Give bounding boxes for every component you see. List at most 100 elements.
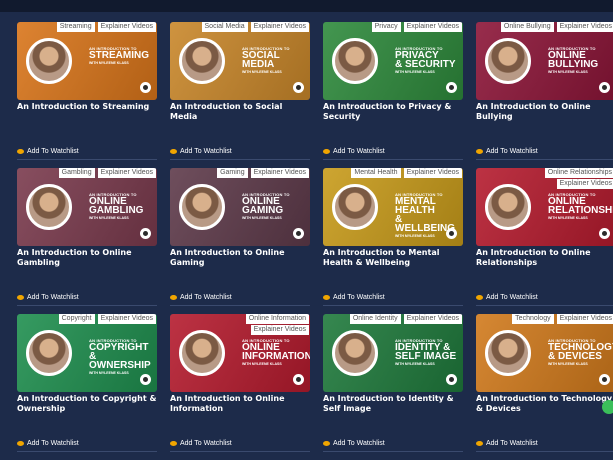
help-chat-icon[interactable] — [602, 400, 613, 414]
add-to-watchlist-button[interactable]: Add To Watchlist — [323, 294, 385, 301]
card-divider — [476, 159, 613, 160]
video-card[interactable]: AN INTRODUCTION TO ONLINE BULLYING WITH MY… — [476, 22, 613, 168]
presenter-photo — [179, 330, 225, 376]
category-tag[interactable]: Gambling — [58, 168, 95, 178]
watchlist-label: Add To Watchlist — [333, 440, 385, 447]
video-title[interactable]: An Introduction to Streaming — [17, 102, 157, 112]
add-to-watchlist-button[interactable]: Add To Watchlist — [476, 440, 538, 447]
video-thumbnail[interactable]: AN INTRODUCTION TO ONLINE GAMING WITH MYLE… — [170, 168, 310, 246]
video-thumbnail[interactable]: AN INTRODUCTION TO STREAMING WITH MYLEENE … — [17, 22, 157, 100]
tag-group: Online Relationships Explainer Videos — [544, 168, 613, 189]
video-title[interactable]: An Introduction to Online Gaming — [170, 248, 310, 268]
video-title[interactable]: An Introduction to Privacy & Security — [323, 102, 463, 122]
type-tag[interactable]: Explainer Videos — [403, 168, 462, 178]
video-card[interactable]: AN INTRODUCTION TO ONLINE INFORMATION WITH… — [170, 314, 310, 460]
type-tag[interactable]: Explainer Videos — [97, 22, 156, 32]
type-tag[interactable]: Explainer Videos — [556, 22, 613, 32]
add-to-watchlist-button[interactable]: Add To Watchlist — [170, 440, 232, 447]
video-thumbnail[interactable]: AN INTRODUCTION TO ONLINE INFORMATION WITH… — [170, 314, 310, 392]
video-thumbnail[interactable]: AN INTRODUCTION TO SOCIAL MEDIA WITH MYLEE… — [170, 22, 310, 100]
thumbnail-text: AN INTRODUCTION TO ONLINE GAMBLING WITH MY… — [89, 192, 155, 220]
watchlist-icon — [323, 441, 330, 446]
video-title[interactable]: An Introduction to Online Bullying — [476, 102, 613, 122]
video-title[interactable]: An Introduction to Mental Health & Wellb… — [323, 248, 463, 268]
add-to-watchlist-button[interactable]: Add To Watchlist — [170, 294, 232, 301]
category-tag[interactable]: Online Identity — [349, 314, 401, 324]
video-thumbnail[interactable]: AN INTRODUCTION TO PRIVACY & SECURITY WITH… — [323, 22, 463, 100]
video-thumbnail[interactable]: AN INTRODUCTION TO TECHNOLOGY & DEVICES WI… — [476, 314, 613, 392]
category-tag[interactable]: Privacy — [371, 22, 401, 32]
thumbnail-topic: ONLINE GAMBLING — [89, 196, 144, 216]
presenter-photo — [332, 330, 378, 376]
add-to-watchlist-button[interactable]: Add To Watchlist — [323, 440, 385, 447]
add-to-watchlist-button[interactable]: Add To Watchlist — [17, 294, 79, 301]
video-card[interactable]: AN INTRODUCTION TO MENTAL HEALTH & WELLBE… — [323, 168, 463, 314]
video-title[interactable]: An Introduction to Online Relationships — [476, 248, 613, 268]
add-to-watchlist-button[interactable]: Add To Watchlist — [476, 294, 538, 301]
video-card[interactable]: AN INTRODUCTION TO IDENTITY & SELF IMAGE W… — [323, 314, 463, 460]
play-badge-icon — [446, 82, 457, 93]
video-card[interactable]: AN INTRODUCTION TO SOCIAL MEDIA WITH MYLEE… — [170, 22, 310, 168]
add-to-watchlist-button[interactable]: Add To Watchlist — [17, 148, 79, 155]
card-divider — [476, 451, 613, 452]
video-card[interactable]: AN INTRODUCTION TO STREAMING WITH MYLEENE … — [17, 22, 157, 168]
category-tag[interactable]: Streaming — [56, 22, 95, 32]
thumbnail-topic: TECHNOLOGY & DEVICES — [548, 342, 613, 362]
presenter-photo — [485, 38, 531, 84]
add-to-watchlist-button[interactable]: Add To Watchlist — [17, 440, 79, 447]
add-to-watchlist-button[interactable]: Add To Watchlist — [323, 148, 385, 155]
add-to-watchlist-button[interactable]: Add To Watchlist — [170, 148, 232, 155]
video-thumbnail[interactable]: AN INTRODUCTION TO ONLINE BULLYING WITH MY… — [476, 22, 613, 100]
video-title[interactable]: An Introduction to Copyright & Ownership — [17, 394, 157, 414]
thumbnail-presenter-label: WITH MYLEENE KLASS — [395, 70, 435, 74]
video-title[interactable]: An Introduction to Social Media — [170, 102, 310, 122]
presenter-photo — [332, 38, 378, 84]
category-tag[interactable]: Copyright — [58, 314, 95, 324]
play-badge-icon — [599, 82, 610, 93]
type-tag[interactable]: Explainer Videos — [250, 22, 309, 32]
category-tag[interactable]: Social Media — [201, 22, 248, 32]
video-thumbnail[interactable]: AN INTRODUCTION TO MENTAL HEALTH & WELLBE… — [323, 168, 463, 246]
type-tag[interactable]: Explainer Videos — [250, 325, 309, 335]
watchlist-icon — [17, 149, 24, 154]
play-badge-icon — [293, 228, 304, 239]
type-tag[interactable]: Explainer Videos — [556, 179, 613, 189]
category-tag[interactable]: Mental Health — [351, 168, 401, 178]
video-card[interactable]: AN INTRODUCTION TOONLINE RELATIONSHIPSWI… — [476, 168, 613, 314]
type-tag[interactable]: Explainer Videos — [403, 22, 462, 32]
video-card[interactable]: AN INTRODUCTION TO COPYRIGHT & OWNERSHIP W… — [17, 314, 157, 460]
card-divider — [323, 451, 463, 452]
category-tag[interactable]: Online Relationships — [544, 168, 613, 178]
video-title[interactable]: An Introduction to Online Gambling — [17, 248, 157, 268]
thumbnail-text: AN INTRODUCTION TO ONLINE INFORMATION WITH… — [242, 338, 310, 366]
video-thumbnail[interactable]: AN INTRODUCTION TO IDENTITY & SELF IMAGE W… — [323, 314, 463, 392]
thumbnail-text: AN INTRODUCTION TO IDENTITY & SELF IMAGE W… — [395, 338, 461, 366]
thumbnail-text: AN INTRODUCTION TO SOCIAL MEDIA WITH MYLEE… — [242, 46, 308, 74]
video-card[interactable]: AN INTRODUCTION TO PRIVACY & SECURITY WITH… — [323, 22, 463, 168]
add-to-watchlist-button[interactable]: Add To Watchlist — [476, 148, 538, 155]
type-tag[interactable]: Explainer Videos — [250, 168, 309, 178]
thumbnail-topic: ONLINE GAMING — [242, 196, 284, 216]
video-title[interactable]: An Introduction to Online Information — [170, 394, 310, 414]
category-tag[interactable]: Technology — [512, 314, 554, 324]
play-badge-icon — [446, 228, 457, 239]
video-card[interactable]: AN INTRODUCTION TO ONLINE GAMING WITH MYLE… — [170, 168, 310, 314]
watchlist-icon — [476, 295, 483, 300]
video-title[interactable]: An Introduction to Technology & Devices — [476, 394, 613, 414]
video-thumbnail[interactable]: AN INTRODUCTION TOONLINE RELATIONSHIPSWI… — [476, 168, 613, 246]
type-tag[interactable]: Explainer Videos — [403, 314, 462, 324]
card-divider — [17, 159, 157, 160]
type-tag[interactable]: Explainer Videos — [97, 168, 156, 178]
type-tag[interactable]: Explainer Videos — [556, 314, 613, 324]
video-card[interactable]: AN INTRODUCTION TO TECHNOLOGY & DEVICES WI… — [476, 314, 613, 460]
tag-group: Mental Health Explainer Videos — [351, 168, 462, 178]
video-thumbnail[interactable]: AN INTRODUCTION TO ONLINE GAMBLING WITH MY… — [17, 168, 157, 246]
category-tag[interactable]: Online Bullying — [500, 22, 554, 32]
video-title[interactable]: An Introduction to Identity & Self Image — [323, 394, 463, 414]
video-thumbnail[interactable]: AN INTRODUCTION TO COPYRIGHT & OWNERSHIP W… — [17, 314, 157, 392]
type-tag[interactable]: Explainer Videos — [97, 314, 156, 324]
tag-group: Privacy Explainer Videos — [371, 22, 462, 32]
category-tag[interactable]: Gaming — [217, 168, 248, 178]
video-card[interactable]: AN INTRODUCTION TO ONLINE GAMBLING WITH MY… — [17, 168, 157, 314]
category-tag[interactable]: Online Information — [245, 314, 309, 324]
